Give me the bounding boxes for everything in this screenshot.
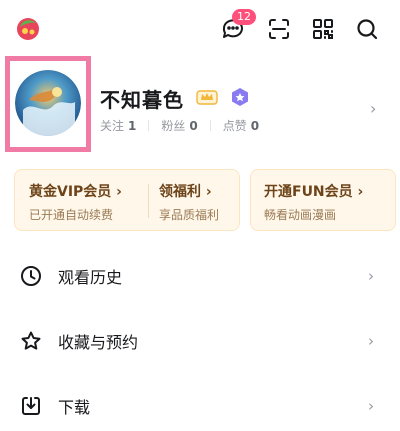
download-icon (20, 395, 42, 417)
stat-likes-label: 点赞 (222, 119, 247, 133)
fun-membership-card[interactable]: 开通FUN会员 › 畅看动画漫画 (250, 169, 396, 231)
stat-followers[interactable]: 粉丝 0 (161, 117, 197, 134)
scan-icon[interactable] (264, 14, 294, 44)
stat-divider (148, 120, 150, 131)
vip-subtitle: 已开通自动续费 (29, 208, 114, 222)
menu-item-history[interactable]: 观看历史 › (0, 251, 400, 301)
stat-following-value: 1 (128, 118, 137, 133)
app-logo[interactable] (14, 14, 42, 42)
qr-code-icon[interactable] (308, 14, 338, 44)
welfare-subtitle: 享品质福利 (159, 208, 220, 222)
stat-likes-value: 0 (250, 118, 260, 133)
chevron-right-icon: › (368, 332, 374, 350)
stat-following[interactable]: 关注 1 (100, 117, 136, 134)
menu-item-favorites[interactable]: 收藏与预约 › (0, 316, 400, 366)
fun-membership-section: 开通FUN会员 › 畅看动画漫画 (264, 181, 363, 223)
avatar[interactable] (15, 70, 81, 136)
vip-title: 黄金VIP会员 › (29, 184, 122, 200)
stat-followers-label: 粉丝 (161, 119, 186, 133)
chevron-right-icon: › (368, 267, 374, 285)
card-divider (148, 184, 149, 218)
menu-item-label: 观看历史 (58, 268, 123, 287)
welfare-section[interactable]: 领福利 › 享品质福利 (159, 181, 219, 223)
profile-chevron-icon[interactable]: › (370, 99, 376, 118)
vip-crown-icon (196, 89, 218, 105)
chevron-right-icon: › (368, 397, 374, 415)
vip-welfare-card: 黄金VIP会员 › 已开通自动续费 领福利 › 享品质福利 (14, 169, 240, 231)
search-icon[interactable] (352, 14, 382, 44)
menu-item-label: 下载 (58, 398, 91, 417)
stat-divider (209, 120, 211, 131)
star-icon (20, 330, 42, 352)
level-badge-icon (230, 87, 250, 107)
clock-icon (20, 265, 42, 287)
stat-likes[interactable]: 点赞 0 (223, 117, 259, 134)
username[interactable]: 不知暮色 (100, 84, 184, 113)
stat-followers-value: 0 (189, 118, 198, 133)
message-count-badge: 12 (232, 9, 256, 25)
profile-stats: 关注 1 粉丝 0 点赞 0 (100, 117, 259, 134)
welfare-title: 领福利 › (159, 184, 212, 200)
stat-following-label: 关注 (100, 119, 125, 133)
fun-subtitle: 畅看动画漫画 (264, 208, 337, 222)
top-bar: 12 (0, 0, 400, 56)
fun-title: 开通FUN会员 › (264, 184, 364, 200)
menu-item-label: 收藏与预约 (58, 333, 139, 352)
menu-item-download[interactable]: 下载 › (0, 381, 400, 431)
vip-membership-section[interactable]: 黄金VIP会员 › 已开通自动续费 (29, 181, 122, 223)
